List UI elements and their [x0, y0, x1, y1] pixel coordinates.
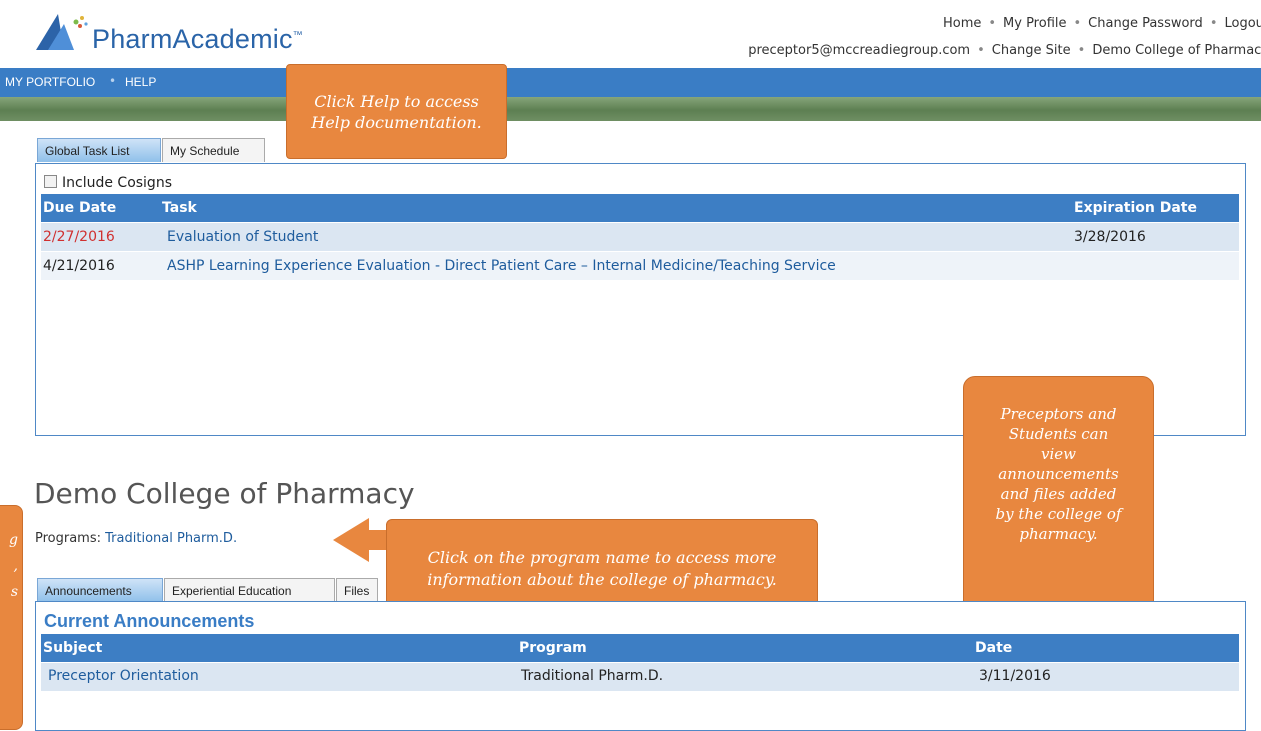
tab-files[interactable]: Files: [336, 578, 378, 602]
callout-line: pharmacy.: [1019, 525, 1098, 543]
table-row: 2/27/2016 Evaluation of Student 3/28/201…: [41, 223, 1239, 251]
announcement-program: Traditional Pharm.D.: [521, 668, 664, 684]
checkbox-icon[interactable]: [44, 175, 57, 188]
decorative-banner: [0, 97, 1261, 121]
current-announcements-heading: Current Announcements: [44, 611, 255, 631]
nav-help[interactable]: HELP: [125, 75, 156, 89]
callout-line: s: [10, 584, 18, 600]
expiration-date: 3/28/2016: [1074, 229, 1146, 245]
programs-label: Programs:: [35, 531, 102, 546]
callout-line: g: [9, 532, 18, 548]
callout-line: Click on the program name to access more: [427, 548, 777, 567]
college-title: Demo College of Pharmacy: [34, 477, 415, 510]
announcement-date: 3/11/2016: [979, 668, 1051, 684]
column-program[interactable]: Program: [519, 640, 587, 656]
announcements-table-header: Subject Program Date: [41, 634, 1239, 662]
user-links: preceptor5@mccreadiegroup.com • Change Sit…: [748, 43, 1261, 58]
announcement-subject-link[interactable]: Preceptor Orientation: [48, 668, 199, 684]
column-date[interactable]: Date: [975, 640, 1012, 656]
table-row: Preceptor Orientation Traditional Pharm.…: [41, 663, 1239, 691]
column-subject[interactable]: Subject: [43, 640, 102, 656]
page-header: PharmAcademic™ Home • My Profile • Change Pa…: [0, 0, 1261, 68]
nav-my-portfolio[interactable]: MY PORTFOLIO: [5, 75, 95, 89]
tab-my-schedule[interactable]: My Schedule: [162, 138, 265, 162]
main-nav: MY PORTFOLIO • HELP: [0, 68, 1261, 97]
preceptors-callout: Preceptors and Students can view announc…: [963, 376, 1154, 613]
due-date: 4/21/2016: [43, 258, 115, 274]
logo-icon: [36, 14, 88, 50]
include-cosigns-checkbox[interactable]: Include Cosigns: [44, 175, 172, 191]
task-link[interactable]: Evaluation of Student: [167, 229, 318, 245]
user-email: preceptor5@mccreadiegroup.com: [748, 43, 971, 58]
callout-line: announcements: [998, 465, 1119, 483]
pharmacademic-logo[interactable]: PharmAcademic™: [34, 10, 334, 60]
site-name-link[interactable]: Demo College of Pharmacy: [1092, 43, 1261, 58]
task-link[interactable]: ASHP Learning Experience Evaluation - Di…: [167, 258, 836, 274]
program-link[interactable]: Traditional Pharm.D.: [105, 531, 237, 546]
logo-text: PharmAcademic™: [92, 24, 303, 54]
task-table-header: Due Date Task Expiration Date: [41, 194, 1239, 222]
change-site-link[interactable]: Change Site: [992, 43, 1071, 58]
nav-separator: •: [109, 74, 117, 88]
home-link[interactable]: Home: [943, 16, 981, 31]
due-date: 2/27/2016: [43, 229, 115, 245]
partial-callout: g , s: [0, 505, 23, 730]
programs-line: Programs: Traditional Pharm.D.: [35, 531, 237, 546]
column-due-date[interactable]: Due Date: [43, 200, 116, 216]
tab-global-task-list[interactable]: Global Task List: [37, 138, 161, 162]
column-task[interactable]: Task: [162, 200, 197, 216]
callout-line: Click Help to access: [314, 92, 479, 111]
include-cosigns-label: Include Cosigns: [62, 175, 172, 191]
callout-line: Students can: [1008, 425, 1109, 443]
table-row: 4/21/2016 ASHP Learning Experience Evalu…: [41, 252, 1239, 280]
column-expiration-date[interactable]: Expiration Date: [1074, 200, 1197, 216]
tab-experiential-education[interactable]: Experiential Education: [164, 578, 335, 602]
callout-line: ,: [13, 558, 18, 574]
top-links: Home•My Profile•Change Password•Logout: [943, 16, 1261, 31]
help-callout: Click Help to access Help documentation.: [286, 64, 507, 159]
change-password-link[interactable]: Change Password: [1088, 16, 1203, 31]
callout-line: information about the college of pharmac…: [427, 570, 777, 589]
logout-link[interactable]: Logout: [1224, 16, 1261, 31]
callout-line: and files added: [1000, 485, 1117, 503]
callout-line: by the college of: [995, 505, 1122, 523]
tab-announcements[interactable]: Announcements: [37, 578, 163, 602]
callout-line: Help documentation.: [311, 113, 482, 132]
my-profile-link[interactable]: My Profile: [1003, 16, 1066, 31]
callout-line: view: [1041, 445, 1076, 463]
callout-line: Preceptors and: [1000, 405, 1117, 423]
announcements-panel: Current Announcements Subject Program Da…: [35, 601, 1246, 731]
